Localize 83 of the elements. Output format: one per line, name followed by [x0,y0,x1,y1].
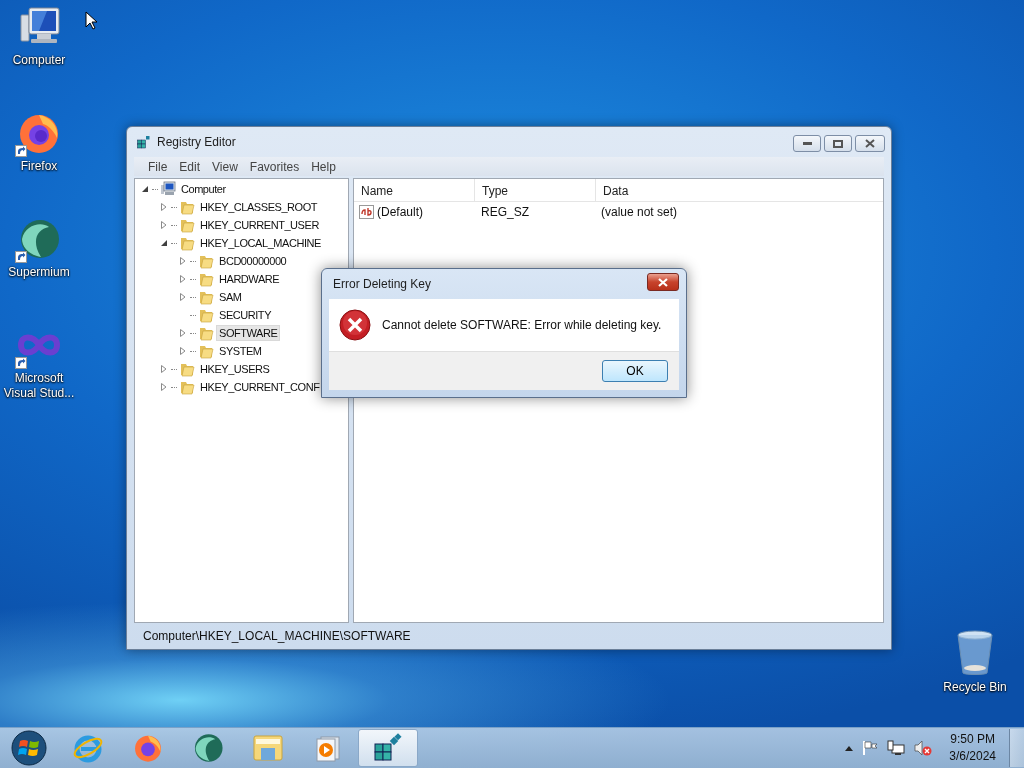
desktop-icon-label[interactable]: Firefox [0,159,78,174]
status-bar-path: Computer\HKEY_LOCAL_MACHINE\SOFTWARE [143,629,411,643]
folder-icon [198,289,214,305]
clock-date[interactable]: 3/6/2024 [949,748,996,765]
cubes-icon [136,134,152,150]
speaker-muted-icon[interactable] [914,740,933,756]
firefox-icon [133,733,163,763]
window-title: Registry Editor [157,135,236,149]
close-icon [865,139,875,148]
menu-item[interactable]: Favorites [243,159,306,174]
minimize-button[interactable] [793,135,821,152]
dialog-title: Error Deleting Key [333,277,432,291]
close-icon [658,277,668,287]
string-value-icon [359,204,375,220]
expand-arrow-icon[interactable] [160,221,168,229]
network-icon[interactable] [887,740,906,756]
maximize-icon [833,139,843,148]
tree-item[interactable]: BCD00000000 [216,253,290,269]
maximize-button[interactable] [824,135,852,152]
show-desktop-button[interactable] [1009,729,1024,767]
folder-icon [179,235,195,251]
collapse-arrow-icon[interactable] [160,239,168,247]
collapse-arrow-icon[interactable] [141,185,149,193]
tree-item[interactable]: HARDWARE [216,271,283,287]
trash-bin-icon [955,630,995,676]
menu-item[interactable]: File [142,159,174,174]
expand-arrow-icon[interactable] [179,275,187,283]
expand-arrow-icon[interactable] [179,293,187,301]
column-header[interactable]: Type [475,179,596,201]
tree-item[interactable]: HKEY_LOCAL_MACHINE [197,235,324,251]
show-hidden-icons-icon[interactable] [845,745,854,751]
value-name[interactable]: (Default) [377,205,423,219]
flag-icon[interactable] [862,740,879,756]
folder-icon [179,217,195,233]
menu-item[interactable]: Help [305,159,342,174]
folder-icon [198,253,214,269]
folder-icon [198,271,214,287]
folder-icon [252,733,284,763]
folder-icon [179,361,195,377]
computer-icon [160,181,176,197]
sphere-icon [192,732,224,764]
menu-item[interactable]: Edit [173,159,207,174]
desktop-icon-label[interactable]: Supermium [0,265,78,280]
tree-item[interactable]: HKEY_CURRENT_USER [197,217,322,233]
expand-arrow-icon[interactable] [160,383,168,391]
expand-arrow-icon[interactable] [179,347,187,355]
cubes-icon [372,732,404,764]
tree-item[interactable]: HKEY_USERS [197,361,273,377]
value-data: (value not set) [601,205,678,219]
desktop-icon-label[interactable]: Computer [0,53,78,68]
expand-arrow-icon[interactable] [179,329,187,337]
error-message: Cannot delete SOFTWARE: Error while deleting key. [382,318,662,332]
close-button[interactable] [855,135,885,152]
mouse-pointer-icon [85,11,97,30]
value-type: REG_SZ [480,205,530,219]
expand-arrow-icon[interactable] [160,365,168,373]
folder-icon [198,325,214,341]
tree-item[interactable]: SOFTWARE [216,325,281,341]
expand-arrow-icon[interactable] [160,203,168,211]
tree-item[interactable]: SECURITY [216,307,275,323]
desktop-icon-label[interactable]: Microsoft Visual Stud... [0,371,78,401]
tree-item[interactable]: SYSTEM [216,343,265,359]
desktop-icon-label[interactable]: Recycle Bin [936,680,1014,695]
folder-icon [198,307,214,323]
folder-icon [179,199,195,215]
column-header[interactable]: Data [596,179,883,201]
clock-time[interactable]: 9:50 PM [950,731,995,748]
column-header[interactable]: Name [354,179,475,201]
close-button[interactable] [647,273,679,291]
tree-item[interactable]: SAM [216,289,245,305]
tree-item[interactable]: HKEY_CLASSES_ROOT [197,199,321,215]
tree-item[interactable]: Computer [178,181,229,197]
menu-item[interactable]: View [206,159,244,174]
play-icon [313,733,343,763]
minimize-icon [802,142,812,145]
folder-icon [198,343,214,359]
folder-icon [179,379,195,395]
error-icon [339,309,371,341]
expand-arrow-icon[interactable] [179,257,187,265]
windows-logo-icon [11,730,47,766]
taskbar-button[interactable] [358,729,418,767]
tree-item[interactable]: HKEY_CURRENT_CONF [197,379,323,395]
ok-button[interactable]: OK [602,360,668,382]
